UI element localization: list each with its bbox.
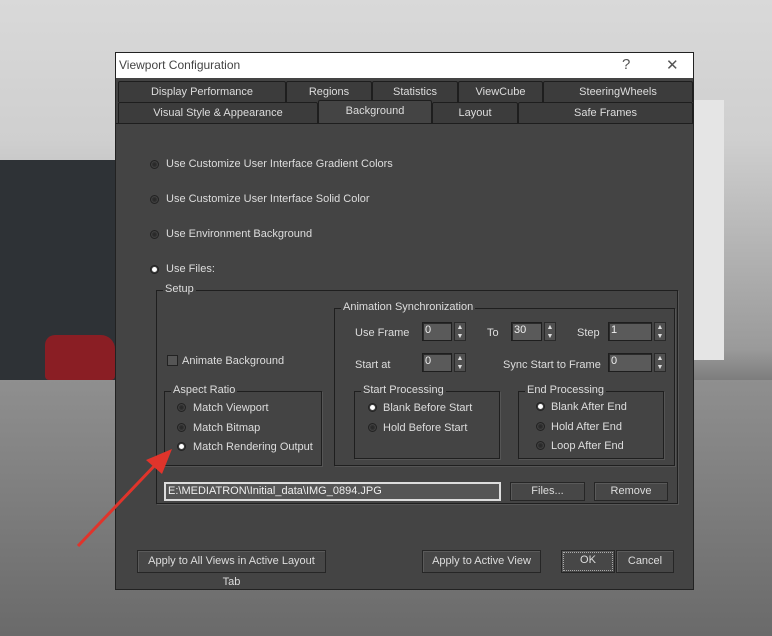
red-arrow-annotation-icon <box>76 449 172 548</box>
